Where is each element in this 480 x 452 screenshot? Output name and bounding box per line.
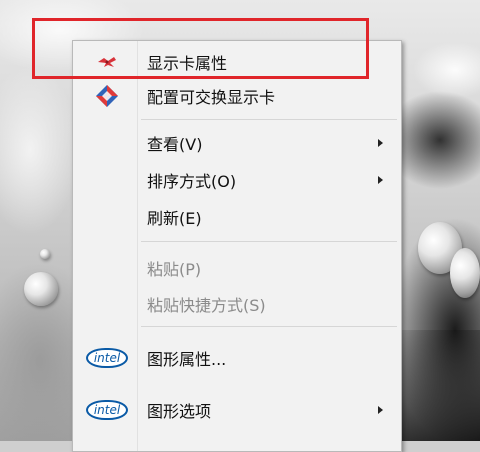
submenu-arrow-icon — [378, 406, 383, 414]
menu-item-view[interactable]: 查看(V) — [73, 128, 401, 158]
menu-item-graphics-options[interactable]: intel 图形选项 — [73, 395, 401, 425]
menu-item-label: 粘贴快捷方式(S) — [147, 296, 266, 315]
menu-item-label: 查看(V) — [147, 135, 203, 154]
menu-item-label: 图形选项 — [147, 402, 212, 421]
water-drop — [450, 248, 480, 298]
menu-item-refresh[interactable]: 刷新(E) — [73, 202, 401, 232]
desktop-context-menu: 显示卡属性 配置可交换显示卡 查看(V) 排序方式(O) 刷新(E) 粘贴(P) — [72, 40, 402, 452]
menu-item-label: 图形属性... — [147, 350, 227, 369]
menu-item-label: 排序方式(O) — [147, 172, 237, 191]
water-drop — [40, 249, 50, 259]
wallpaper-shadow — [400, 330, 480, 441]
menu-item-graphics-properties[interactable]: intel 图形属性... — [73, 343, 401, 373]
submenu-arrow-icon — [378, 139, 383, 147]
intel-logo-icon: intel — [83, 397, 131, 423]
menu-item-label: 刷新(E) — [147, 209, 202, 228]
menu-item-paste[interactable]: 粘贴(P) — [73, 253, 401, 283]
red-highlight-box — [32, 18, 369, 79]
menu-item-sort-by[interactable]: 排序方式(O) — [73, 165, 401, 195]
menu-item-label: 配置可交换显示卡 — [147, 88, 276, 107]
menu-separator — [141, 119, 397, 120]
menu-item-label: 粘贴(P) — [147, 260, 202, 279]
menu-separator — [141, 326, 397, 327]
switchable-graphics-icon — [83, 83, 131, 109]
menu-item-paste-shortcut[interactable]: 粘贴快捷方式(S) — [73, 289, 401, 319]
menu-item-configure-switchable-graphics[interactable]: 配置可交换显示卡 — [73, 81, 401, 111]
water-drop — [24, 272, 58, 306]
intel-logo-icon: intel — [83, 345, 131, 371]
menu-separator — [141, 241, 397, 242]
submenu-arrow-icon — [378, 176, 383, 184]
